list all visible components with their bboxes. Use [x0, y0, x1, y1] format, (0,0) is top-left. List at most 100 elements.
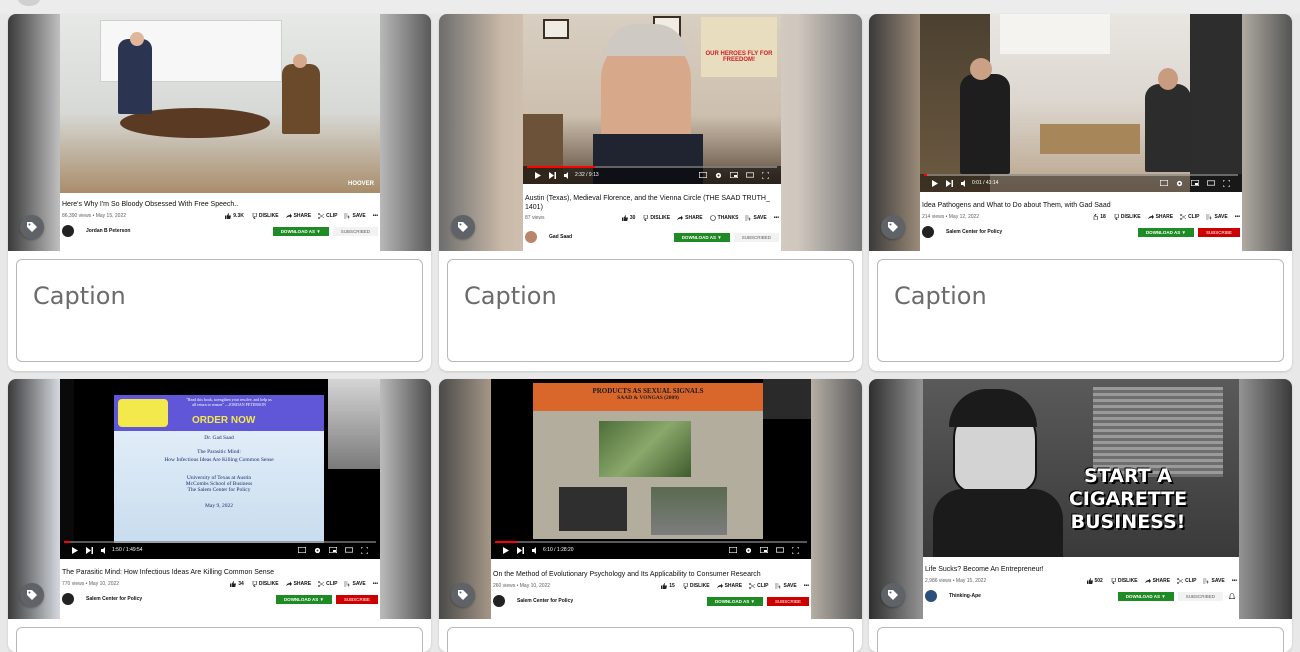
- fullscreen-icon[interactable]: [792, 546, 799, 554]
- like-button[interactable]: 15: [661, 583, 675, 589]
- download-button[interactable]: DOWNLOAD AS ▼: [1117, 591, 1174, 601]
- save-button[interactable]: SAVE: [344, 581, 366, 587]
- miniplayer-icon[interactable]: [1191, 180, 1199, 186]
- save-button[interactable]: SAVE: [775, 583, 797, 589]
- channel-name[interactable]: Jordan B Peterson: [86, 228, 130, 234]
- like-button[interactable]: 34: [230, 581, 244, 587]
- cc-icon[interactable]: [298, 547, 306, 553]
- channel-name[interactable]: Thinking-Ape: [949, 593, 981, 599]
- channel-avatar[interactable]: [922, 226, 934, 238]
- more-actions-icon[interactable]: •••: [373, 213, 378, 219]
- play-icon[interactable]: [72, 546, 78, 554]
- theater-icon[interactable]: [1207, 180, 1215, 186]
- channel-name[interactable]: Salem Center for Policy: [86, 596, 142, 602]
- thanks-button[interactable]: THANKS: [709, 215, 738, 221]
- clip-button[interactable]: CLIP: [1177, 578, 1196, 584]
- dislike-button[interactable]: DISLIKE: [251, 581, 279, 587]
- volume-icon[interactable]: [101, 546, 108, 554]
- subscribed-button[interactable]: SUBSCRIBED: [1177, 591, 1223, 601]
- save-button[interactable]: SAVE: [344, 213, 366, 219]
- caption-input[interactable]: Caption: [16, 259, 423, 362]
- dislike-button[interactable]: DISLIKE: [251, 213, 279, 219]
- download-button[interactable]: DOWNLOAD AS ▼: [272, 226, 329, 236]
- dislike-button[interactable]: DISLIKE: [642, 215, 670, 221]
- subscribe-button[interactable]: SUBSCRIBE: [766, 596, 809, 606]
- next-icon[interactable]: [946, 179, 953, 187]
- theater-icon[interactable]: [345, 547, 353, 553]
- more-actions-icon[interactable]: •••: [774, 215, 779, 221]
- gear-icon[interactable]: [314, 547, 321, 554]
- progress-bar[interactable]: [527, 166, 777, 168]
- download-button[interactable]: DOWNLOAD AS ▼: [673, 232, 730, 242]
- progress-bar[interactable]: [924, 174, 1238, 176]
- dislike-button[interactable]: DISLIKE: [682, 583, 710, 589]
- card-media[interactable]: 0:01 / 43:14 Idea Pathogens and What to …: [869, 14, 1292, 251]
- gear-icon[interactable]: [715, 172, 722, 179]
- video-title[interactable]: Here's Why I'm So Bloody Obsessed With F…: [60, 200, 380, 209]
- gear-icon[interactable]: [1176, 180, 1183, 187]
- volume-icon[interactable]: [564, 171, 571, 179]
- channel-name[interactable]: Salem Center for Policy: [946, 229, 1002, 235]
- tag-button[interactable]: [20, 583, 44, 607]
- caption-input[interactable]: [16, 627, 423, 652]
- tag-button[interactable]: [881, 583, 905, 607]
- next-icon[interactable]: [549, 171, 556, 179]
- download-button[interactable]: DOWNLOAD AS ▼: [275, 594, 332, 604]
- progress-bar[interactable]: [495, 541, 807, 543]
- more-actions-icon[interactable]: •••: [1235, 214, 1240, 220]
- save-button[interactable]: SAVE: [745, 215, 767, 221]
- cc-icon[interactable]: [699, 172, 707, 178]
- subscribe-button[interactable]: SUBSCRIBE: [335, 594, 378, 604]
- save-button[interactable]: SAVE: [1203, 578, 1225, 584]
- channel-avatar[interactable]: [62, 225, 74, 237]
- card-media[interactable]: HOOVER Here's Why I'm So Bloody Obsessed…: [8, 14, 431, 251]
- more-actions-icon[interactable]: •••: [804, 583, 809, 589]
- more-actions-icon[interactable]: •••: [373, 581, 378, 587]
- card-media[interactable]: OUR HEROES FLY FOR FREEDOM! 2:32 / 9:13: [439, 14, 862, 251]
- caption-input[interactable]: Caption: [877, 259, 1284, 362]
- theater-icon[interactable]: [776, 547, 784, 553]
- like-button[interactable]: 18: [1092, 214, 1106, 220]
- channel-avatar[interactable]: [62, 593, 74, 605]
- bell-icon[interactable]: [1229, 592, 1237, 600]
- download-button[interactable]: DOWNLOAD AS ▼: [706, 596, 763, 606]
- channel-avatar[interactable]: [925, 590, 937, 602]
- miniplayer-icon[interactable]: [329, 547, 337, 553]
- caption-input[interactable]: [447, 627, 854, 652]
- cc-icon[interactable]: [729, 547, 737, 553]
- fullscreen-icon[interactable]: [361, 546, 368, 554]
- clip-button[interactable]: CLIP: [1180, 214, 1199, 220]
- more-actions-icon[interactable]: •••: [1232, 578, 1237, 584]
- caption-input[interactable]: [877, 627, 1284, 652]
- next-icon[interactable]: [86, 546, 93, 554]
- share-button[interactable]: SHARE: [677, 215, 703, 221]
- channel-name[interactable]: Gad Saad: [549, 234, 572, 240]
- volume-icon[interactable]: [961, 179, 968, 187]
- share-button[interactable]: SHARE: [1144, 578, 1170, 584]
- progress-bar[interactable]: [64, 541, 376, 543]
- dislike-button[interactable]: DISLIKE: [1113, 214, 1141, 220]
- play-icon[interactable]: [932, 179, 938, 187]
- card-media[interactable]: PRODUCTS AS SEXUAL SIGNALS SAAD & VONGAS…: [439, 379, 862, 619]
- tag-button[interactable]: [451, 215, 475, 239]
- video-title[interactable]: The Parasitic Mind: How Infectious Ideas…: [60, 568, 380, 577]
- subscribe-button[interactable]: SUBSCRIBE: [1197, 227, 1240, 237]
- fullscreen-icon[interactable]: [762, 171, 769, 179]
- save-button[interactable]: SAVE: [1206, 214, 1228, 220]
- miniplayer-icon[interactable]: [730, 172, 738, 178]
- share-button[interactable]: SHARE: [716, 583, 742, 589]
- fullscreen-icon[interactable]: [1223, 179, 1230, 187]
- miniplayer-icon[interactable]: [760, 547, 768, 553]
- video-title[interactable]: Idea Pathogens and What to Do about Them…: [920, 201, 1242, 210]
- channel-avatar[interactable]: [525, 231, 537, 243]
- clip-button[interactable]: CLIP: [318, 213, 337, 219]
- gear-icon[interactable]: [745, 547, 752, 554]
- play-icon[interactable]: [503, 546, 509, 554]
- share-button[interactable]: SHARE: [285, 213, 311, 219]
- caption-input[interactable]: Caption: [447, 259, 854, 362]
- video-title[interactable]: Life Sucks? Become An Entrepreneur!: [923, 565, 1239, 574]
- next-icon[interactable]: [517, 546, 524, 554]
- video-title[interactable]: Austin (Texas), Medieval Florence, and t…: [523, 194, 781, 212]
- cc-icon[interactable]: [1160, 180, 1168, 186]
- like-button[interactable]: 502: [1086, 578, 1103, 584]
